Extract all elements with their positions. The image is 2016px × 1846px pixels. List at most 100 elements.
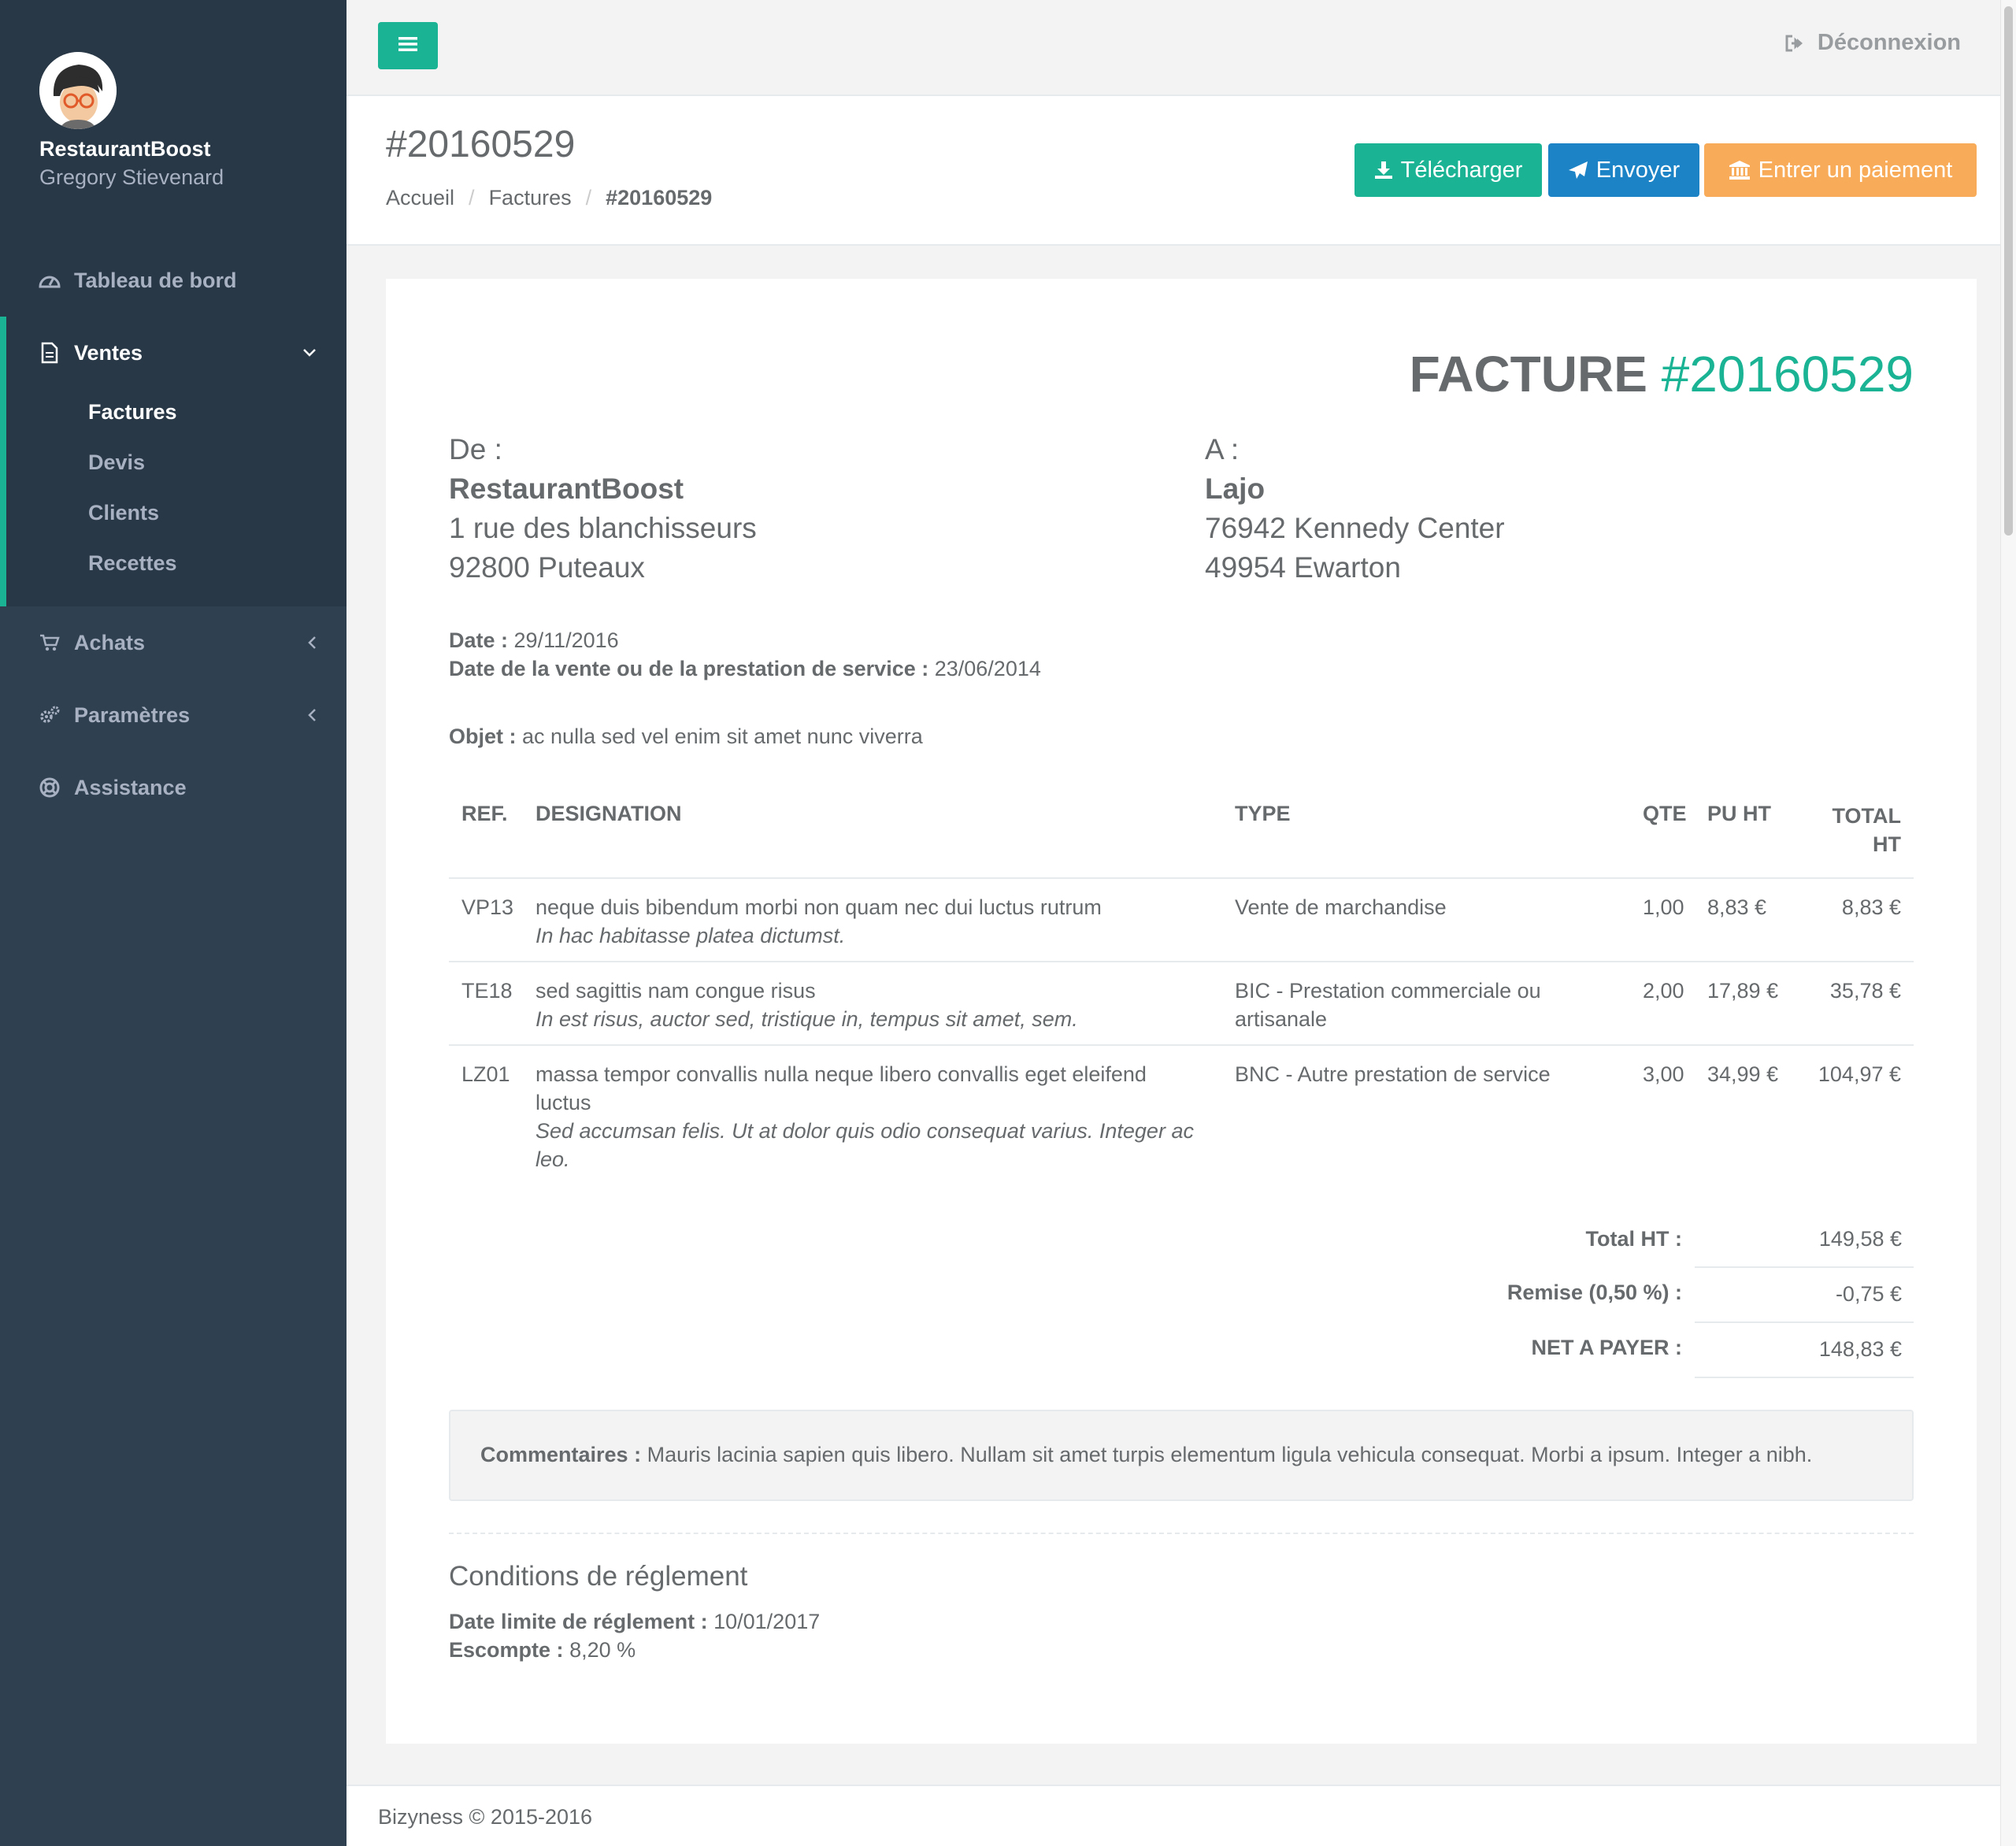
user-name: Gregory Stievenard: [39, 165, 224, 189]
chevron-left-icon: [307, 679, 317, 751]
total-ht-label: Total HT :: [1585, 1227, 1682, 1251]
sidebar-item-label: Paramètres: [74, 702, 191, 727]
row-qty: 1,00: [1643, 895, 1684, 919]
page-heading: #20160529 Accueil / Factures / #20160529 Tél…: [346, 96, 2000, 246]
row-desc: sed sagittis nam congue risus: [536, 979, 816, 1003]
col-total: TOTAL HT: [1833, 802, 1902, 858]
table-row: VP13 neque duis bibendum morbi non quam …: [449, 877, 1914, 961]
dashboard-icon: [38, 269, 61, 292]
total-ht-value: 149,58 €: [1818, 1227, 1902, 1251]
send-button[interactable]: Envoyer: [1548, 143, 1699, 197]
sale-date: Date de la vente ou de la prestation de …: [449, 657, 1041, 681]
cogs-icon: [38, 703, 61, 727]
sale-date-label: Date de la vente ou de la prestation de …: [449, 657, 929, 680]
row-ref: LZ01: [461, 1062, 510, 1086]
paper-plane-icon: [1568, 161, 1596, 180]
sidebar-item-label: Tableau de bord: [74, 268, 237, 292]
menu-toggle-button[interactable]: [378, 22, 438, 69]
lifebuoy-icon: [38, 776, 61, 799]
cart-icon: [38, 631, 61, 654]
sidebar-item-ventes[interactable]: Ventes: [0, 317, 346, 389]
download-button[interactable]: Télécharger: [1354, 143, 1542, 197]
col-type: TYPE: [1235, 802, 1291, 825]
sidebar-subitem-devis[interactable]: Devis: [88, 450, 145, 475]
to-name: Lajo: [1205, 473, 1266, 505]
page-title: #20160529: [386, 124, 576, 165]
sidebar-item-assistance[interactable]: Assistance: [0, 751, 346, 824]
sidebar-item-parametres[interactable]: Paramètres: [0, 679, 346, 751]
table-row: TE18 sed sagittis nam congue risus In es…: [449, 961, 1914, 1044]
row-ref: VP13: [461, 895, 514, 919]
chevron-down-icon: [302, 317, 317, 389]
breadcrumb-accueil[interactable]: Accueil: [386, 186, 454, 209]
net-to-pay-value: 148,83 €: [1818, 1337, 1902, 1361]
col-ref: REF.: [461, 802, 508, 825]
col-pu: PU HT: [1707, 802, 1771, 825]
row-type-line2: artisanale: [1235, 1007, 1328, 1031]
row-note: In hac habitasse platea dictumst.: [536, 924, 846, 947]
sidebar-subitem-factures[interactable]: Factures: [88, 400, 177, 424]
row-qty: 2,00: [1643, 979, 1684, 1003]
download-label: Télécharger: [1400, 157, 1523, 183]
to-line1: 76942 Kennedy Center: [1205, 512, 1505, 544]
invoice-title-number: #20160529: [1661, 346, 1914, 402]
from-line2: 92800 Puteaux: [449, 551, 645, 584]
row-type-line1: Vente de marchandise: [1235, 895, 1447, 919]
to-label: A :: [1205, 433, 1240, 465]
row-note: Sed accumsan felis. Ut at dolor quis odi…: [536, 1119, 1194, 1143]
bank-icon: [1729, 160, 1758, 180]
sidebar-item-label: Achats: [74, 630, 146, 654]
row-type-line1: BNC - Autre prestation de service: [1235, 1062, 1551, 1086]
sidebar-item-label: Assistance: [74, 775, 187, 799]
scrollbar-thumb[interactable]: [2004, 6, 2013, 536]
sidebar: RestaurantBoost Gregory Stievenard Table…: [0, 0, 346, 1846]
due-date: Date limite de réglement : 10/01/2017: [449, 1610, 820, 1634]
invoice-object: Objet : ac nulla sed vel enim sit amet n…: [449, 725, 923, 749]
invoice-title-word: FACTURE: [1409, 346, 1647, 402]
row-total: 104,97 €: [1818, 1062, 1901, 1086]
hamburger-icon: [398, 36, 417, 56]
from-label: De :: [449, 433, 502, 465]
logout-label: Déconnexion: [1817, 30, 1961, 55]
download-icon: [1374, 161, 1401, 180]
col-designation: DESIGNATION: [536, 802, 682, 825]
row-note: In est risus, auctor sed, tristique in, …: [536, 1007, 1078, 1031]
comments-label: Commentaires :: [480, 1443, 642, 1466]
row-pu: 8,83 €: [1707, 895, 1767, 919]
sidebar-subitem-recettes[interactable]: Recettes: [88, 551, 177, 576]
sidebar-subitem-clients[interactable]: Clients: [88, 501, 159, 525]
object-label: Objet :: [449, 725, 517, 748]
sale-date-value: 23/06/2014: [934, 657, 1041, 680]
row-designation: sed sagittis nam congue risus In est ris…: [536, 977, 1213, 1033]
brand-name: RestaurantBoost: [39, 137, 211, 161]
row-desc: massa tempor convallis nulla neque liber…: [536, 1062, 1147, 1086]
footer: Bizyness © 2015-2016: [346, 1785, 2000, 1846]
logout-link[interactable]: Déconnexion: [1784, 30, 1961, 56]
breadcrumb: Accueil / Factures / #20160529: [386, 186, 713, 209]
early-discount-label: Escompte :: [449, 1638, 564, 1662]
from-address: De : RestaurantBoost 1 rue des blanchiss…: [449, 430, 1158, 588]
early-discount-value: 8,20 %: [569, 1638, 636, 1662]
sidebar-group-ventes: Ventes Factures Devis Clients Recettes: [0, 317, 346, 606]
breadcrumb-factures[interactable]: Factures: [489, 186, 572, 209]
chevron-left-icon: [307, 606, 317, 679]
row-pu: 17,89 €: [1707, 979, 1779, 1003]
row-type: BNC - Autre prestation de service: [1235, 1060, 1581, 1088]
avatar[interactable]: [39, 52, 117, 129]
sidebar-item-dashboard[interactable]: Tableau de bord: [0, 244, 346, 317]
row-total: 8,83 €: [1841, 895, 1901, 919]
copyright: Bizyness © 2015-2016: [378, 1805, 593, 1829]
invoice-date: Date : 29/11/2016: [449, 628, 619, 653]
payment-conditions-title: Conditions de réglement: [449, 1561, 748, 1592]
scrollbar[interactable]: [2000, 0, 2016, 1846]
enter-payment-button[interactable]: Entrer un paiement: [1704, 143, 1977, 197]
sidebar-item-achats[interactable]: Achats: [0, 606, 346, 679]
row-note-line2: leo.: [536, 1147, 570, 1171]
object-value: ac nulla sed vel enim sit amet nunc vive…: [522, 725, 923, 748]
row-desc: neque duis bibendum morbi non quam nec d…: [536, 895, 1102, 919]
totals-divider: [1695, 1321, 1914, 1323]
due-date-value: 10/01/2017: [713, 1610, 821, 1633]
row-total: 35,78 €: [1829, 979, 1901, 1003]
col-total-line2: HT: [1873, 832, 1901, 856]
col-total-line1: TOTAL: [1832, 804, 1902, 828]
